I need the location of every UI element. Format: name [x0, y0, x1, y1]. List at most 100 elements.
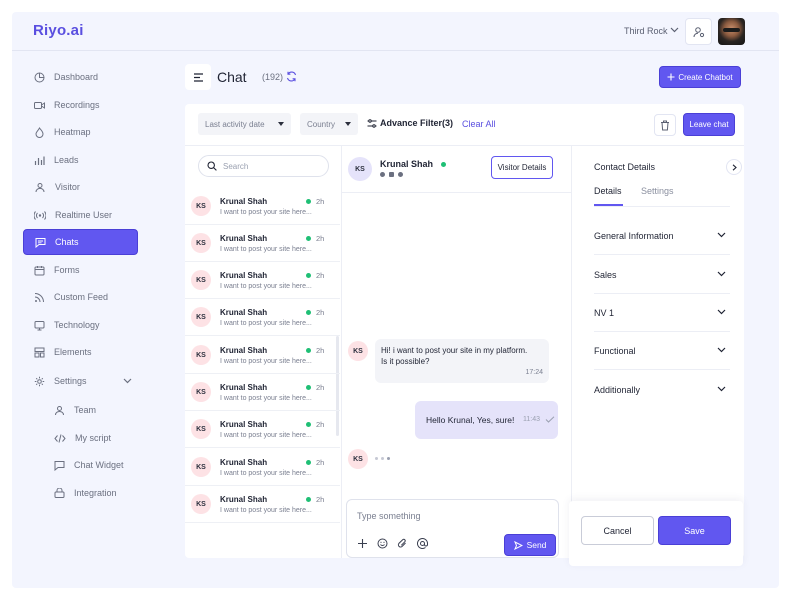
delete-button[interactable] [654, 114, 676, 136]
refresh-icon[interactable] [286, 71, 297, 82]
time-label: 2h [316, 383, 325, 392]
user-settings-button[interactable] [685, 18, 712, 45]
message-preview: I want to post your site here... [220, 507, 312, 514]
advance-filter-button[interactable]: Advance Filter(3) [367, 118, 453, 128]
message-composer[interactable]: Type something Send [346, 499, 559, 558]
list-item[interactable]: KS Krunal Shah I want to post your site … [185, 411, 340, 448]
list-item[interactable]: KS Krunal Shah I want to post your site … [185, 486, 340, 523]
sidebar-item-visitor[interactable]: Visitor [23, 174, 138, 200]
sidebar-item-label: Custom Feed [54, 292, 109, 302]
tab-details[interactable]: Details [594, 186, 622, 196]
details-actions: Cancel Save [569, 501, 743, 566]
bar-chart-icon [34, 156, 45, 165]
sidebar-item-leads[interactable]: Leads [23, 147, 138, 173]
send-button[interactable]: Send [504, 534, 556, 556]
list-item[interactable]: KS Krunal Shah I want to post your site … [185, 449, 340, 486]
team-icon [55, 405, 64, 415]
clear-all-link[interactable]: Clear All [462, 119, 496, 129]
leave-chat-button[interactable]: Leave chat [683, 113, 735, 136]
sidebar-subitem-integration[interactable]: Integration [54, 481, 117, 505]
list-item[interactable]: KS Krunal Shah I want to post your site … [185, 188, 340, 225]
attachment-icon[interactable] [397, 538, 408, 549]
avatar: KS [348, 449, 368, 469]
sidebar-item-forms[interactable]: Forms [23, 257, 138, 283]
avatar[interactable] [718, 18, 745, 45]
tab-settings[interactable]: Settings [641, 186, 674, 196]
online-dot [306, 422, 311, 427]
rss-icon [34, 292, 44, 302]
sparkle-icon [667, 73, 675, 81]
list-item[interactable]: KS Krunal Shah I want to post your site … [185, 374, 340, 411]
online-dot [306, 348, 311, 353]
sidebar-subitem-my-script[interactable]: My script [54, 426, 111, 450]
message-preview: I want to post your site here... [220, 283, 312, 290]
sidebar-item-label: Dashboard [54, 72, 99, 82]
activity-date-value: Last activity date [205, 119, 265, 129]
section-sales[interactable]: Sales [594, 256, 730, 294]
contact-name: Krunal Shah [220, 234, 268, 243]
org-selector[interactable]: Third Rock [624, 26, 668, 36]
logo[interactable]: Riyo.ai [33, 22, 84, 39]
tab-divider [594, 206, 730, 207]
send-icon [513, 540, 523, 550]
menu-toggle-button[interactable] [185, 64, 211, 90]
chevron-down-icon[interactable] [123, 378, 132, 384]
time-label: 2h [316, 308, 325, 317]
visitor-details-button[interactable]: Visitor Details [491, 156, 553, 179]
list-item[interactable]: KS Krunal Shah I want to post your site … [185, 262, 340, 299]
outgoing-message: Hello Krunal, Yes, sure! 11:43 [415, 401, 558, 439]
chevron-down-icon[interactable] [670, 27, 679, 33]
online-dot [306, 273, 311, 278]
section-additionally[interactable]: Additionally [594, 371, 730, 409]
sidebar-subitem-chat-widget[interactable]: Chat Widget [54, 453, 124, 477]
next-button[interactable] [726, 159, 742, 175]
section-nv1[interactable]: NV 1 [594, 294, 730, 332]
create-chatbot-button[interactable]: Create Chatbot [659, 66, 741, 88]
video-icon [34, 101, 45, 109]
sidebar-subitem-team[interactable]: Team [54, 398, 96, 422]
emoji-icon[interactable] [377, 538, 388, 549]
heatmap-icon [35, 126, 44, 138]
section-label: Functional [594, 346, 636, 356]
contact-name: Krunal Shah [220, 197, 268, 206]
sidebar-item-elements[interactable]: Elements [23, 339, 138, 365]
sidebar-item-recordings[interactable]: Recordings [23, 92, 138, 118]
save-button[interactable]: Save [658, 516, 731, 545]
contact-name: Krunal Shah [220, 420, 268, 429]
list-item[interactable]: KS Krunal Shah I want to post your site … [185, 225, 340, 262]
section-functional[interactable]: Functional [594, 332, 730, 370]
search-input[interactable]: Search [198, 155, 329, 177]
time-label: 2h [316, 458, 325, 467]
list-item[interactable]: KS Krunal Shah I want to post your site … [185, 337, 340, 374]
online-dot [306, 385, 311, 390]
sidebar-item-realtime-user[interactable]: Realtime User [23, 202, 138, 228]
conversation-panel: KS Krunal Shah Visitor Details KS Hi! i … [342, 146, 572, 558]
time-label: 2h [316, 234, 325, 243]
activity-date-select[interactable]: Last activity date [198, 113, 291, 135]
cancel-button[interactable]: Cancel [581, 516, 654, 545]
avatar: KS [191, 196, 211, 216]
sidebar-item-technology[interactable]: Technology [23, 312, 138, 338]
country-select[interactable]: Country [300, 113, 358, 135]
sidebar-item-settings[interactable]: Settings [23, 368, 138, 394]
caret-down-icon [345, 122, 351, 126]
sidebar-item-heatmap[interactable]: Heatmap [23, 119, 138, 145]
calendar-icon [34, 265, 45, 275]
section-general-information[interactable]: General Information [594, 217, 730, 255]
chevron-down-icon [717, 347, 726, 353]
app-frame: Riyo.ai Third Rock Dashboard Recordings … [12, 12, 779, 588]
sidebar-item-chats[interactable]: Chats [23, 229, 138, 255]
section-label: Sales [594, 270, 617, 280]
list-item[interactable]: KS Krunal Shah I want to post your site … [185, 299, 340, 336]
sidebar-item-custom-feed[interactable]: Custom Feed [23, 284, 138, 310]
mention-icon[interactable] [417, 538, 428, 549]
caret-down-icon [278, 122, 284, 126]
composer-placeholder: Type something [357, 511, 421, 521]
sidebar-item-label: Heatmap [54, 127, 91, 137]
chat-count: (192) [262, 72, 284, 82]
chevron-right-icon [732, 163, 737, 171]
users-icon [35, 182, 45, 192]
plus-icon[interactable] [357, 538, 368, 549]
sidebar-item-dashboard[interactable]: Dashboard [23, 64, 138, 90]
sidebar-subitem-label: Team [74, 405, 97, 415]
